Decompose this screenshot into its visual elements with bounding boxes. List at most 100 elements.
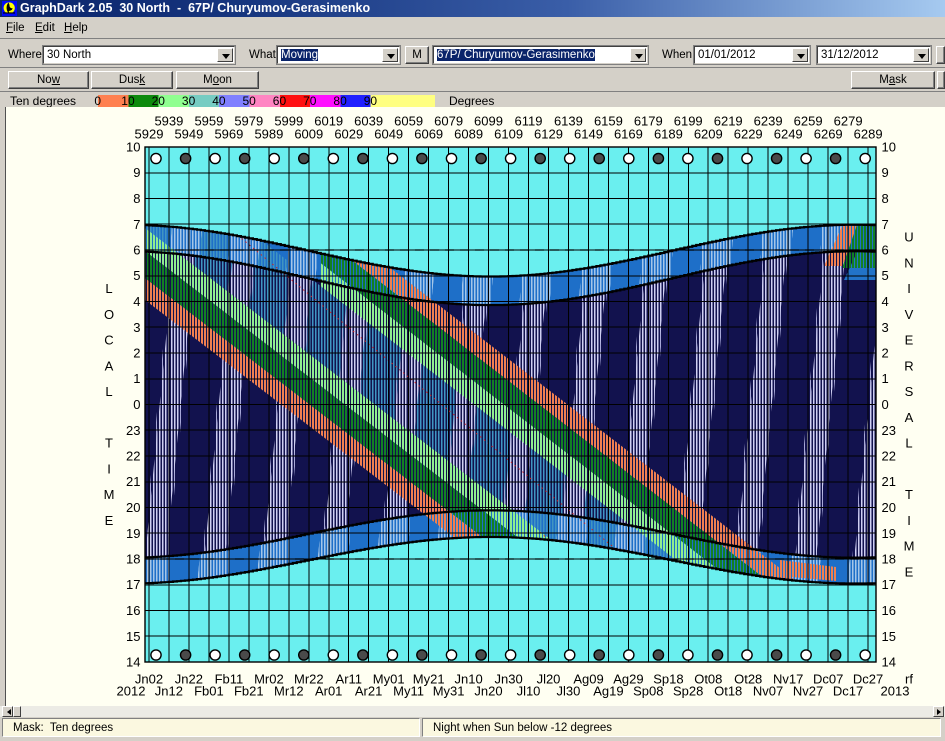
svg-text:A: A: [905, 410, 914, 425]
svg-text:E: E: [105, 513, 114, 528]
svg-text:My11: My11: [393, 684, 424, 699]
svg-text:6049: 6049: [374, 127, 403, 142]
svg-text:7: 7: [133, 217, 140, 232]
svg-text:17: 17: [882, 577, 896, 592]
svg-text:5969: 5969: [214, 127, 243, 142]
svg-text:6289: 6289: [854, 127, 883, 142]
svg-text:Mr12: Mr12: [274, 684, 304, 699]
svg-text:2013: 2013: [881, 684, 910, 699]
svg-text:3: 3: [133, 320, 140, 335]
svg-text:21: 21: [882, 474, 896, 489]
svg-text:0: 0: [133, 397, 140, 412]
svg-text:L: L: [905, 436, 912, 451]
svg-text:6069: 6069: [414, 127, 443, 142]
svg-text:I: I: [907, 513, 911, 528]
svg-text:M: M: [104, 487, 115, 502]
svg-text:6: 6: [133, 243, 140, 258]
svg-text:6269: 6269: [814, 127, 843, 142]
svg-text:10: 10: [126, 140, 140, 155]
svg-text:I: I: [907, 281, 911, 296]
svg-text:L: L: [105, 384, 112, 399]
svg-text:6229: 6229: [734, 127, 763, 142]
svg-text:9: 9: [133, 165, 140, 180]
svg-text:C: C: [104, 333, 113, 348]
svg-text:My31: My31: [433, 684, 465, 699]
svg-text:1: 1: [882, 371, 889, 386]
svg-text:20: 20: [126, 500, 140, 515]
svg-text:Ar21: Ar21: [355, 684, 382, 699]
svg-text:6029: 6029: [334, 127, 363, 142]
svg-text:T: T: [105, 436, 113, 451]
svg-text:17: 17: [126, 577, 140, 592]
svg-text:22: 22: [126, 449, 140, 464]
svg-text:6129: 6129: [534, 127, 563, 142]
svg-text:R: R: [904, 358, 913, 373]
svg-text:U: U: [904, 230, 913, 245]
svg-text:5: 5: [133, 268, 140, 283]
svg-text:8: 8: [882, 191, 889, 206]
svg-text:L: L: [105, 281, 112, 296]
svg-text:5949: 5949: [174, 127, 203, 142]
svg-text:18: 18: [126, 552, 140, 567]
svg-text:9: 9: [882, 165, 889, 180]
svg-text:M: M: [904, 539, 915, 554]
svg-text:23: 23: [126, 423, 140, 438]
svg-text:19: 19: [126, 526, 140, 541]
svg-text:6109: 6109: [494, 127, 523, 142]
svg-text:6089: 6089: [454, 127, 483, 142]
svg-text:6189: 6189: [654, 127, 683, 142]
svg-text:Ot18: Ot18: [714, 684, 742, 699]
svg-text:Nv07: Nv07: [753, 684, 783, 699]
svg-text:15: 15: [126, 629, 140, 644]
svg-text:16: 16: [882, 603, 896, 618]
svg-text:2: 2: [133, 346, 140, 361]
svg-text:Sp28: Sp28: [673, 684, 703, 699]
svg-text:O: O: [104, 307, 114, 322]
svg-text:Sp08: Sp08: [633, 684, 663, 699]
svg-text:Jl30: Jl30: [556, 684, 580, 699]
svg-text:6: 6: [882, 243, 889, 258]
svg-text:10: 10: [882, 140, 896, 155]
svg-text:14: 14: [126, 655, 140, 670]
svg-text:Dc17: Dc17: [833, 684, 863, 699]
svg-text:6169: 6169: [614, 127, 643, 142]
svg-text:A: A: [105, 358, 114, 373]
svg-text:Ar01: Ar01: [315, 684, 342, 699]
svg-text:2: 2: [882, 346, 889, 361]
svg-text:23: 23: [882, 423, 896, 438]
svg-text:7: 7: [882, 217, 889, 232]
svg-text:Jl10: Jl10: [517, 684, 541, 699]
svg-text:E: E: [905, 564, 914, 579]
svg-text:18: 18: [882, 552, 896, 567]
svg-text:4: 4: [882, 294, 889, 309]
svg-text:6209: 6209: [694, 127, 723, 142]
svg-text:4: 4: [133, 294, 140, 309]
svg-text:0: 0: [882, 397, 889, 412]
svg-text:14: 14: [882, 655, 896, 670]
svg-text:8: 8: [133, 191, 140, 206]
svg-text:N: N: [904, 255, 913, 270]
svg-text:V: V: [905, 307, 914, 322]
svg-text:1: 1: [133, 371, 140, 386]
svg-text:2012: 2012: [117, 684, 146, 699]
svg-text:Nv27: Nv27: [793, 684, 823, 699]
svg-text:Fb01: Fb01: [194, 684, 224, 699]
svg-text:3: 3: [882, 320, 889, 335]
svg-text:S: S: [905, 384, 914, 399]
svg-text:6149: 6149: [574, 127, 603, 142]
svg-text:15: 15: [882, 629, 896, 644]
svg-text:22: 22: [882, 449, 896, 464]
svg-text:6009: 6009: [294, 127, 323, 142]
svg-text:Jn12: Jn12: [155, 684, 183, 699]
svg-text:20: 20: [882, 500, 896, 515]
svg-text:21: 21: [126, 474, 140, 489]
svg-text:5989: 5989: [254, 127, 283, 142]
svg-text:Ag19: Ag19: [593, 684, 623, 699]
svg-text:T: T: [905, 487, 913, 502]
svg-text:6249: 6249: [774, 127, 803, 142]
svg-text:19: 19: [882, 526, 896, 541]
svg-text:5: 5: [882, 268, 889, 283]
svg-text:Fb21: Fb21: [234, 684, 264, 699]
svg-text:I: I: [107, 461, 111, 476]
svg-text:Jn20: Jn20: [474, 684, 502, 699]
